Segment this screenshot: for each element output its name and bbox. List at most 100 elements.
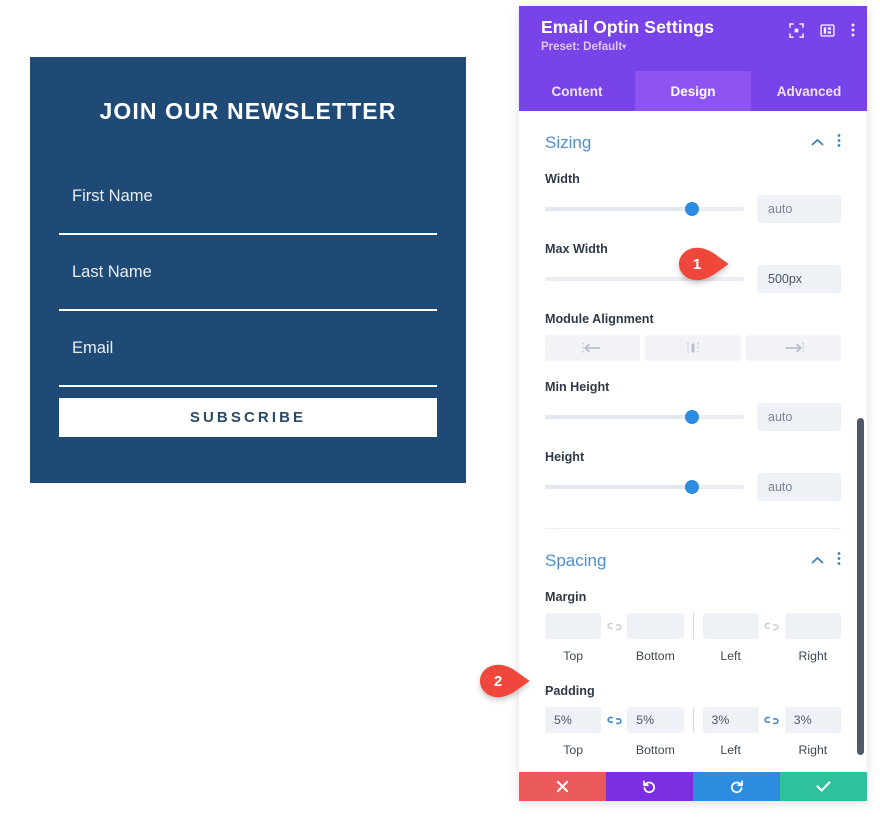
subscribe-button[interactable]: SUBSCRIBE <box>59 398 437 437</box>
last-name-field[interactable]: Last Name <box>59 257 437 311</box>
more-options-icon[interactable] <box>837 551 841 571</box>
field-underline <box>59 233 437 235</box>
margin-top-caption: Top <box>563 648 584 663</box>
padding-control: 5% 5% 3% 3% <box>545 707 841 733</box>
module-alignment-control <box>545 335 841 361</box>
redo-icon <box>729 779 744 799</box>
padding-captions: Top Bottom Left Right <box>545 733 841 759</box>
padding-top-input[interactable]: 5% <box>545 707 602 733</box>
slider-fill <box>545 415 693 419</box>
undo-icon <box>642 779 657 799</box>
callout-badge-2: 2 <box>479 664 531 698</box>
slider-knob[interactable] <box>685 202 700 216</box>
link-margin-horizontal-icon[interactable] <box>759 621 785 632</box>
section-title-spacing: Spacing <box>545 551 607 570</box>
padding-label: Padding <box>545 684 595 698</box>
modal-action-bar <box>519 772 867 801</box>
section-header-spacing[interactable]: Spacing <box>519 529 867 571</box>
slider-knob[interactable] <box>685 480 700 494</box>
section-header-sizing[interactable]: Sizing <box>519 111 867 153</box>
max-width-input[interactable]: 500px <box>757 265 841 293</box>
settings-body: Sizing Width auto Max Width 500px Module… <box>519 111 867 772</box>
padding-right-input[interactable]: 3% <box>784 707 841 733</box>
min-height-input[interactable]: auto <box>757 403 841 431</box>
undo-button[interactable] <box>606 772 693 801</box>
module-alignment-label: Module Alignment <box>545 312 654 326</box>
margin-right-input[interactable] <box>784 613 841 639</box>
link-padding-horizontal-icon[interactable] <box>759 715 785 726</box>
preset-selector[interactable]: Preset: Default▾ <box>541 41 852 53</box>
more-options-icon[interactable] <box>837 133 841 153</box>
height-slider[interactable] <box>545 478 744 496</box>
slider-fill <box>545 207 693 211</box>
padding-top-caption: Top <box>563 742 584 757</box>
chevron-up-icon[interactable] <box>811 134 824 152</box>
email-optin-preview: JOIN OUR NEWSLETTER First Name Last Name… <box>30 57 466 483</box>
redo-button[interactable] <box>693 772 780 801</box>
padding-bottom-caption: Bottom <box>635 742 675 757</box>
align-left-icon[interactable] <box>545 335 641 361</box>
chevron-up-icon[interactable] <box>811 552 824 570</box>
chevron-down-icon: ▾ <box>622 42 627 51</box>
slider-knob[interactable] <box>685 410 700 424</box>
settings-scrollbar[interactable] <box>857 418 864 755</box>
link-margin-vertical-icon[interactable] <box>601 621 627 632</box>
padding-left-input[interactable]: 3% <box>702 707 759 733</box>
settings-tabs: Content Design Advanced <box>519 71 867 111</box>
tab-design[interactable]: Design <box>635 71 751 111</box>
align-right-icon[interactable] <box>745 335 841 361</box>
callout-number: 2 <box>493 672 503 690</box>
width-label: Width <box>545 172 580 186</box>
email-label: Email <box>72 339 114 357</box>
email-field[interactable]: Email <box>59 333 437 387</box>
margin-bottom-input[interactable] <box>627 613 684 639</box>
padding-bottom-input[interactable]: 5% <box>627 707 684 733</box>
padding-left-caption: Left <box>720 742 741 757</box>
width-slider[interactable] <box>545 200 744 218</box>
first-name-field[interactable]: First Name <box>59 181 437 235</box>
focus-icon[interactable] <box>789 22 804 38</box>
layout-icon[interactable] <box>820 23 835 38</box>
width-control: auto <box>545 195 841 223</box>
field-underline <box>59 309 437 311</box>
cancel-button[interactable] <box>519 772 606 801</box>
min-height-slider[interactable] <box>545 408 744 426</box>
callout-badge-1: 1 <box>678 247 730 281</box>
tab-advanced[interactable]: Advanced <box>751 71 867 111</box>
padding-right-caption: Right <box>798 742 828 757</box>
margin-left-input[interactable] <box>702 613 759 639</box>
first-name-label: First Name <box>72 187 153 205</box>
margin-captions: Top Bottom Left Right <box>545 639 841 665</box>
align-center-icon[interactable] <box>645 335 741 361</box>
field-underline <box>59 385 437 387</box>
margin-control <box>545 613 841 639</box>
min-height-control: auto <box>545 403 841 431</box>
spacing-divider <box>692 613 694 639</box>
link-padding-vertical-icon[interactable] <box>601 715 627 726</box>
slider-fill <box>545 485 693 489</box>
screenshot-root: JOIN OUR NEWSLETTER First Name Last Name… <box>0 0 880 819</box>
check-icon <box>816 780 831 798</box>
optin-title: JOIN OUR NEWSLETTER <box>99 98 397 124</box>
margin-top-input[interactable] <box>545 613 602 639</box>
height-input[interactable]: auto <box>757 473 841 501</box>
modal-header: Email Optin Settings Preset: Default▾ <box>519 6 867 71</box>
close-icon <box>556 780 569 798</box>
height-label: Height <box>545 450 585 464</box>
preset-label: Preset: Default <box>541 41 623 53</box>
more-options-icon[interactable] <box>851 22 855 38</box>
callout-number: 1 <box>692 255 702 273</box>
section-title-sizing: Sizing <box>545 133 592 152</box>
width-input[interactable]: auto <box>757 195 841 223</box>
last-name-label: Last Name <box>72 263 152 281</box>
margin-label: Margin <box>545 590 587 604</box>
min-height-label: Min Height <box>545 380 610 394</box>
height-control: auto <box>545 473 841 501</box>
margin-left-caption: Left <box>720 648 741 663</box>
margin-right-caption: Right <box>798 648 828 663</box>
module-settings-modal: Email Optin Settings Preset: Default▾ Co… <box>519 6 867 801</box>
spacing-divider <box>692 707 694 733</box>
save-button[interactable] <box>780 772 867 801</box>
tab-content[interactable]: Content <box>519 71 635 111</box>
margin-bottom-caption: Bottom <box>635 648 675 663</box>
